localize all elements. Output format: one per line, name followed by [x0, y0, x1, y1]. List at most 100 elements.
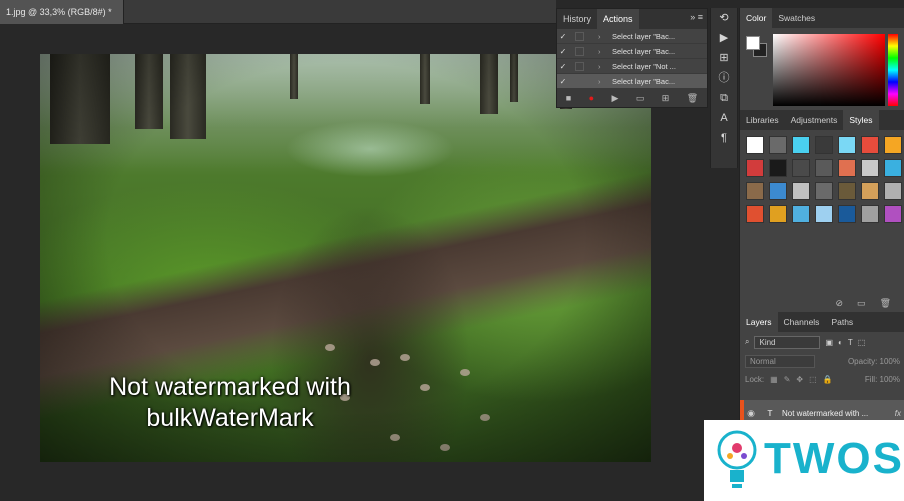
- lock-brush-icon[interactable]: ✎: [784, 375, 791, 384]
- new-style-icon[interactable]: ▭: [857, 298, 866, 309]
- style-swatch[interactable]: [746, 205, 764, 223]
- action-row[interactable]: ✓ › Select layer "Bac...: [557, 29, 707, 44]
- foreground-color-swatch[interactable]: [746, 36, 760, 50]
- delete-style-icon[interactable]: 🗑: [880, 298, 891, 309]
- action-row[interactable]: ✓ › Select layer "Bac...: [557, 44, 707, 59]
- dialog-toggle[interactable]: [575, 31, 584, 41]
- tab-history[interactable]: History: [557, 9, 597, 29]
- opacity-value[interactable]: 100%: [880, 357, 900, 366]
- style-swatch[interactable]: [746, 136, 764, 154]
- tab-styles[interactable]: Styles: [843, 110, 879, 130]
- color-picker-field[interactable]: [773, 34, 885, 106]
- check-icon[interactable]: ✓: [557, 47, 569, 56]
- style-swatch[interactable]: [861, 136, 879, 154]
- tab-swatches[interactable]: Swatches: [772, 8, 821, 28]
- style-swatch[interactable]: [769, 205, 787, 223]
- style-swatch[interactable]: [815, 136, 833, 154]
- foreground-background-colors[interactable]: [746, 36, 768, 58]
- expand-icon[interactable]: ›: [598, 62, 606, 71]
- style-swatch[interactable]: [884, 136, 902, 154]
- style-swatch[interactable]: [815, 205, 833, 223]
- play-icon[interactable]: ▶: [611, 93, 618, 104]
- kind-filter-select[interactable]: Kind: [754, 335, 821, 349]
- check-icon[interactable]: ✓: [557, 32, 569, 41]
- image-filter-icon[interactable]: ▣: [825, 338, 833, 347]
- forest-photo[interactable]: Not watermarked with bulkWaterMark: [40, 54, 651, 462]
- action-row[interactable]: ✓ › Select layer "Bac...: [557, 74, 707, 89]
- properties-icon[interactable]: ⊞: [711, 48, 737, 68]
- style-swatch[interactable]: [769, 182, 787, 200]
- check-icon[interactable]: ✓: [557, 77, 569, 86]
- new-action-icon[interactable]: ⊞: [662, 93, 670, 104]
- style-swatch[interactable]: [746, 182, 764, 200]
- history-icon[interactable]: ⟲: [711, 8, 737, 28]
- actions-play-icon[interactable]: ▶: [711, 28, 737, 48]
- style-swatch[interactable]: [861, 182, 879, 200]
- style-swatch[interactable]: [884, 205, 902, 223]
- new-set-icon[interactable]: ▭: [636, 93, 645, 104]
- tab-layers[interactable]: Layers: [740, 312, 778, 332]
- style-swatch-grid: [746, 136, 904, 223]
- action-label: Select layer "Bac...: [612, 46, 676, 56]
- lock-all-icon[interactable]: 🔒: [823, 375, 833, 384]
- expand-icon[interactable]: ›: [598, 77, 606, 86]
- layer-effects-icon[interactable]: fx: [895, 409, 904, 418]
- panel-menu-icon[interactable]: » ≡: [690, 12, 703, 22]
- tab-libraries[interactable]: Libraries: [740, 110, 785, 130]
- action-label: Select layer "Not ...: [612, 61, 676, 71]
- tab-paths[interactable]: Paths: [825, 312, 859, 332]
- lightbulb-logo-icon: [717, 430, 757, 488]
- style-swatch[interactable]: [884, 182, 902, 200]
- tab-actions[interactable]: Actions: [597, 9, 639, 29]
- document-tab[interactable]: 1.jpg @ 33,3% (RGB/8#) *: [0, 0, 124, 24]
- tab-adjustments[interactable]: Adjustments: [785, 110, 844, 130]
- style-swatch[interactable]: [861, 205, 879, 223]
- style-swatch[interactable]: [838, 205, 856, 223]
- opacity-label: Opacity:: [847, 356, 878, 366]
- style-swatch[interactable]: [884, 159, 902, 177]
- type-filter-icon[interactable]: T: [848, 338, 853, 347]
- tab-channels[interactable]: Channels: [778, 312, 826, 332]
- style-swatch[interactable]: [815, 159, 833, 177]
- style-swatch[interactable]: [792, 205, 810, 223]
- visibility-eye-icon[interactable]: ◉: [744, 408, 758, 419]
- style-swatch[interactable]: [792, 159, 810, 177]
- style-swatch[interactable]: [792, 182, 810, 200]
- lock-position-icon[interactable]: ✥: [796, 375, 803, 384]
- paragraph-icon[interactable]: ¶: [711, 128, 737, 148]
- style-swatch[interactable]: [838, 159, 856, 177]
- style-swatch[interactable]: [769, 159, 787, 177]
- stop-icon[interactable]: ■: [566, 93, 571, 103]
- clone-source-icon[interactable]: ⧉: [711, 88, 737, 108]
- expand-icon[interactable]: ›: [598, 47, 606, 56]
- lock-pixels-icon[interactable]: ▦: [770, 375, 778, 384]
- record-icon[interactable]: ●: [589, 93, 594, 103]
- adjustment-filter-icon[interactable]: ◐: [838, 338, 843, 347]
- watermark-line-2: bulkWaterMark: [146, 404, 314, 432]
- info-icon[interactable]: ⓘ: [711, 68, 737, 88]
- expand-icon[interactable]: ›: [598, 32, 606, 41]
- fill-value[interactable]: 100%: [880, 375, 900, 384]
- dialog-toggle[interactable]: [575, 46, 584, 56]
- delete-icon[interactable]: 🗑: [687, 93, 698, 104]
- style-swatch[interactable]: [792, 136, 810, 154]
- clear-style-icon[interactable]: ⊘: [836, 298, 844, 309]
- style-swatch[interactable]: [769, 136, 787, 154]
- style-swatch[interactable]: [815, 182, 833, 200]
- dialog-toggle[interactable]: [575, 61, 584, 71]
- character-icon[interactable]: A: [711, 108, 737, 128]
- shape-filter-icon[interactable]: ⬚: [858, 338, 866, 347]
- style-swatch[interactable]: [861, 159, 879, 177]
- blend-mode-select[interactable]: Normal: [745, 354, 815, 368]
- style-swatch[interactable]: [838, 182, 856, 200]
- dialog-toggle[interactable]: [575, 76, 584, 86]
- tab-color[interactable]: Color: [740, 8, 773, 28]
- hue-slider[interactable]: [888, 34, 898, 106]
- check-icon[interactable]: ✓: [557, 62, 569, 71]
- search-icon: ⌕: [745, 337, 750, 346]
- style-swatch[interactable]: [746, 159, 764, 177]
- action-row[interactable]: ✓ › Select layer "Not ...: [557, 59, 707, 74]
- style-swatch[interactable]: [838, 136, 856, 154]
- layer-name[interactable]: Not watermarked with ...: [782, 409, 895, 418]
- lock-artboard-icon[interactable]: ⬚: [809, 375, 817, 384]
